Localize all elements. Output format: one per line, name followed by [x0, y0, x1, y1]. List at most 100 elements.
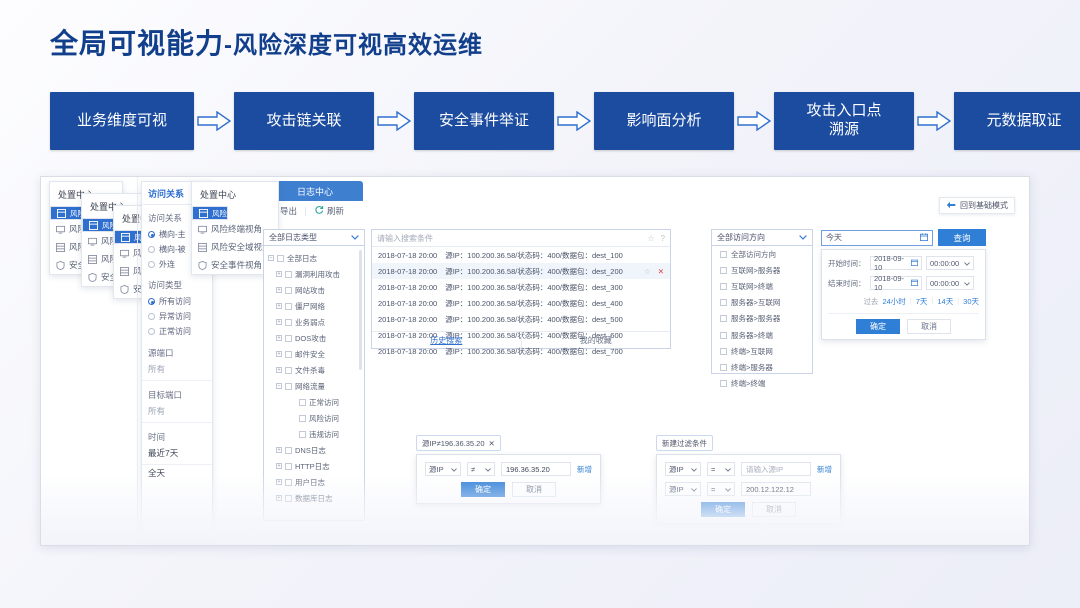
tree-checkbox[interactable] [285, 462, 292, 470]
filter-value-input[interactable]: 196.36.35.20 [501, 462, 571, 476]
direction-option-6[interactable]: 终端>互联网 [712, 343, 812, 359]
calendar-icon[interactable] [911, 279, 918, 288]
tree-checkbox[interactable] [285, 366, 292, 374]
filter-add-link[interactable]: 新增 [577, 464, 592, 475]
expand-icon[interactable]: + [276, 303, 282, 309]
start-time-input[interactable]: 00:00:00 [926, 256, 974, 270]
tree-checkbox[interactable] [285, 334, 292, 342]
tree-node-3[interactable]: + 业务弱点 [264, 314, 364, 330]
tree-checkbox[interactable] [277, 254, 284, 262]
query-button[interactable]: 查询 [938, 229, 986, 246]
direction-checkbox[interactable] [720, 282, 727, 290]
tree-checkbox[interactable] [285, 350, 292, 358]
tab-my-favorites[interactable]: 我的收藏 [520, 332, 671, 348]
tree-checkbox[interactable] [285, 494, 292, 502]
direction-option-4[interactable]: 服务器>服务器 [712, 311, 812, 327]
direction-option-1[interactable]: 互联网>服务器 [712, 262, 812, 278]
log-type-select[interactable]: 全部日志类型 [264, 230, 364, 246]
tree-node-6[interactable]: + 文件杀毒 [264, 362, 364, 378]
tree-checkbox[interactable] [285, 446, 292, 454]
dest-port-input[interactable]: 所有 [142, 403, 212, 423]
tree-checkbox[interactable] [299, 430, 306, 438]
tree-node-0[interactable]: + 漏洞利用攻击 [264, 266, 364, 282]
tree-child-2[interactable]: 违规访问 [264, 426, 364, 442]
filter-field-select[interactable]: 源IP [425, 462, 461, 476]
end-time-input[interactable]: 00:00:00 [926, 276, 974, 290]
expand-icon[interactable]: + [276, 287, 282, 293]
search-input[interactable]: 请输入搜索条件 ☆ ? [372, 230, 670, 247]
tree-checkbox[interactable] [285, 302, 292, 310]
tree-node-5[interactable]: + 邮件安全 [264, 346, 364, 362]
direction-checkbox[interactable] [720, 347, 727, 355]
direction-option-0[interactable]: 全部访问方向 [712, 246, 812, 262]
filter-cancel-button[interactable]: 取消 [752, 502, 796, 517]
search-result-row[interactable]: 2018-07-18 20:00 源IP：100.200.36.58/状态码：40… [372, 279, 670, 295]
direction-option-8[interactable]: 终端>终端 [712, 376, 812, 392]
back-to-basic-mode-button[interactable]: 回到基础模式 [939, 197, 1015, 214]
time-allday-value[interactable]: 全天 [142, 465, 212, 484]
tree-child-0[interactable]: 正常访问 [264, 394, 364, 410]
tree-node-1[interactable]: + 网站攻击 [264, 282, 364, 298]
filter-operator-select-1[interactable]: = [707, 462, 735, 476]
start-date-input[interactable]: 2018-09-10 [870, 254, 922, 272]
end-date-input[interactable]: 2018-09-10 [870, 274, 922, 292]
access-direction-select[interactable]: 全部访问方向 [712, 230, 812, 246]
collapse-icon[interactable]: − [268, 255, 274, 261]
filter-operator-select[interactable]: ≠ [467, 462, 495, 476]
delete-icon[interactable]: ✕ [658, 267, 664, 276]
tree-node2-2[interactable]: + 用户日志 [264, 474, 364, 490]
direction-option-2[interactable]: 互联网>终端 [712, 278, 812, 294]
direction-checkbox[interactable] [720, 363, 727, 371]
direction-checkbox[interactable] [720, 250, 727, 258]
filter-field-select-1[interactable]: 源IP [665, 462, 701, 476]
quick-range-14d[interactable]: 14天 [937, 296, 953, 307]
time-range-value[interactable]: 最近7天 [142, 445, 212, 465]
tree-checkbox[interactable] [299, 414, 306, 422]
filter-confirm-button[interactable]: 确定 [461, 482, 505, 497]
tree-checkbox[interactable] [285, 270, 292, 278]
tree-checkbox[interactable] [299, 398, 306, 406]
expand-icon[interactable]: + [276, 479, 282, 485]
star-icon[interactable]: ☆ [644, 267, 651, 276]
radio-normal-access[interactable]: 正常访问 [142, 324, 212, 339]
expand-icon[interactable]: + [276, 335, 282, 341]
search-result-row[interactable]: 2018-07-18 20:00 源IP：100.200.36.58/状态码：40… [372, 311, 670, 327]
quick-range-24h[interactable]: 24小时 [882, 296, 905, 307]
direction-checkbox[interactable] [720, 315, 727, 323]
search-result-row[interactable]: 2018-07-18 20:00 源IP：100.200.36.58/状态码：40… [372, 247, 670, 263]
tree-node-7[interactable]: − 网络流量 [264, 378, 364, 394]
direction-checkbox[interactable] [720, 299, 727, 307]
tree-node2-0[interactable]: + DNS日志 [264, 442, 364, 458]
tree-checkbox[interactable] [285, 318, 292, 326]
direction-checkbox[interactable] [720, 331, 727, 339]
filter-value-input-1[interactable]: 请输入源IP [741, 462, 811, 476]
filter-value-input-2[interactable]: 200.12.122.12 [741, 482, 811, 496]
filter-add-link[interactable]: 新增 [817, 464, 832, 475]
direction-option-3[interactable]: 服务器>互联网 [712, 295, 812, 311]
date-display-field[interactable]: 今天 [821, 229, 933, 246]
tree-child-1[interactable]: 风险访问 [264, 410, 364, 426]
close-icon[interactable]: ✕ [489, 439, 495, 448]
expand-icon[interactable]: + [276, 367, 282, 373]
expand-icon[interactable]: + [276, 463, 282, 469]
search-result-row[interactable]: 2018-07-18 20:00 源IP：100.200.36.58/状态码：40… [372, 263, 670, 279]
calendar-icon[interactable] [911, 259, 918, 268]
filter-cancel-button[interactable]: 取消 [512, 482, 556, 497]
direction-option-7[interactable]: 终端>服务器 [712, 359, 812, 375]
source-port-input[interactable]: 所有 [142, 361, 212, 381]
tree-checkbox[interactable] [285, 478, 292, 486]
search-result-row[interactable]: 2018-07-18 20:00 源IP：100.200.36.58/状态码：40… [372, 295, 670, 311]
filter-operator-select-2[interactable]: = [707, 482, 735, 496]
direction-checkbox[interactable] [720, 380, 727, 388]
filter-confirm-button[interactable]: 确定 [701, 502, 745, 517]
expand-icon[interactable]: − [276, 383, 282, 389]
cascade-item-business-view-3[interactable]: 风险业务视角 [192, 206, 257, 220]
expand-icon[interactable]: + [276, 495, 282, 501]
tree-node-2[interactable]: + 僵尸网络 [264, 298, 364, 314]
help-icon[interactable]: ? [661, 234, 665, 243]
direction-checkbox[interactable] [720, 266, 727, 274]
tree-node2-1[interactable]: + HTTP日志 [264, 458, 364, 474]
calendar-icon[interactable] [920, 232, 928, 243]
star-icon[interactable]: ☆ [647, 234, 654, 243]
tree-checkbox[interactable] [285, 286, 292, 294]
